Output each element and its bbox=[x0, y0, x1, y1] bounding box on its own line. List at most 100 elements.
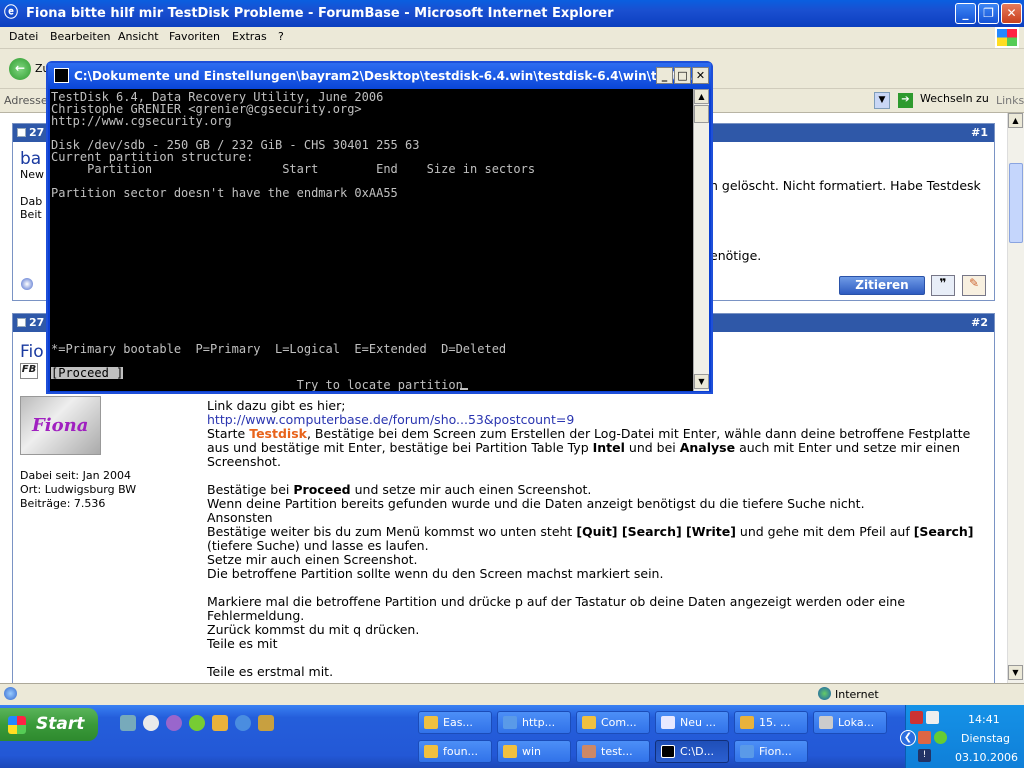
console-scroll-up-icon[interactable]: ▲ bbox=[694, 89, 709, 104]
taskbar-item-com[interactable]: Com... bbox=[576, 711, 650, 734]
taskbar-item-label: Fion... bbox=[759, 745, 792, 758]
taskbar-item-fion[interactable]: Fion... bbox=[734, 740, 808, 763]
taskbar-item-loka[interactable]: Loka... bbox=[813, 711, 887, 734]
quote-button[interactable]: Zitieren bbox=[839, 276, 925, 295]
tray-icon[interactable] bbox=[910, 711, 923, 724]
scroll-thumb[interactable] bbox=[1009, 163, 1023, 243]
maximize-button[interactable]: ❐ bbox=[978, 3, 999, 24]
taskbar-item-15[interactable]: 15. ... bbox=[734, 711, 808, 734]
post-text-line: Teile es mit bbox=[207, 636, 278, 651]
post-text-line: Ansonsten bbox=[207, 510, 273, 525]
console-scroll-down-icon[interactable]: ▼ bbox=[694, 374, 709, 389]
edit-icon[interactable]: ✎ bbox=[962, 275, 986, 296]
menu-favoriten[interactable]: Favoriten bbox=[169, 30, 220, 43]
taskbar-item-test[interactable]: test... bbox=[576, 740, 650, 763]
page-status-icon bbox=[4, 687, 17, 700]
online-status-icon bbox=[21, 278, 33, 290]
menu-extras[interactable]: Extras bbox=[232, 30, 267, 43]
taskbar-item-label: Com... bbox=[601, 716, 637, 729]
windows-logo-icon bbox=[8, 716, 26, 734]
post-text-line: Starte Testdisk, Bestätige bei dem Scree… bbox=[207, 427, 997, 441]
menu-bearbeiten[interactable]: Bearbeiten bbox=[50, 30, 110, 43]
quicklaunch-game-icon[interactable] bbox=[258, 715, 274, 731]
post-2-number[interactable]: #2 bbox=[971, 316, 988, 329]
minimize-button[interactable]: _ bbox=[955, 3, 976, 24]
post-text-line: Die betroffene Partition sollte wenn du … bbox=[207, 566, 664, 581]
console-icon bbox=[661, 745, 675, 758]
tray-icon[interactable] bbox=[926, 711, 939, 724]
text-segment: aus und bestätige mit Enter, bestätige b… bbox=[207, 440, 593, 455]
taskbar-item-eas[interactable]: Eas... bbox=[418, 711, 492, 734]
folder-icon bbox=[582, 716, 596, 729]
taskbar-item-neu[interactable]: Neu ... bbox=[655, 711, 729, 734]
taskbar-item-label: win bbox=[522, 745, 542, 758]
post-text-line: (tiefere Suche) und lasse es laufen. bbox=[207, 538, 429, 553]
text-bold: Intel bbox=[592, 440, 625, 455]
post-1-number[interactable]: #1 bbox=[971, 126, 988, 139]
links-label[interactable]: Links bbox=[996, 94, 1024, 107]
console-output[interactable]: TestDisk 6.4, Data Recovery Utility, Jun… bbox=[50, 89, 693, 391]
post-text-line: Wenn deine Partition bereits gefunden wu… bbox=[207, 496, 865, 511]
menu-ansicht[interactable]: Ansicht bbox=[118, 30, 159, 43]
post-text-line: Link dazu gibt es hier; bbox=[207, 398, 346, 413]
clock-time[interactable]: 14:41 bbox=[968, 713, 1000, 726]
console-scrollbar[interactable]: ▲ ▼ bbox=[693, 89, 709, 391]
menu-bar: Datei Bearbeiten Ansicht Favoriten Extra… bbox=[0, 27, 1024, 49]
post-1-joined: Dab bbox=[20, 195, 43, 208]
tray-icon[interactable] bbox=[934, 731, 947, 744]
folder-icon bbox=[503, 745, 517, 758]
quicklaunch-ie-icon[interactable] bbox=[235, 715, 251, 731]
post-text-line: Teile es erstmal mit. bbox=[207, 664, 334, 679]
post-text-line: Setze mir auch einen Screenshot. bbox=[207, 552, 418, 567]
post-link[interactable]: http://www.computerbase.de/forum/sho...5… bbox=[207, 413, 997, 427]
post-1-text-line: enötige. bbox=[710, 248, 762, 263]
menu-datei[interactable]: Datei bbox=[9, 30, 38, 43]
post-text-line: Bestätige weiter bis du zum Menü kommst … bbox=[207, 525, 997, 539]
menu-help[interactable]: ? bbox=[278, 30, 284, 43]
post-icon bbox=[17, 318, 26, 327]
quote-button-label: Zitieren bbox=[855, 278, 909, 292]
scroll-up-icon[interactable]: ▲ bbox=[1008, 113, 1023, 128]
page-scrollbar[interactable]: ▲ ▼ bbox=[1007, 113, 1024, 683]
quicklaunch-settings-icon[interactable] bbox=[189, 715, 205, 731]
back-arrow-icon[interactable]: ← bbox=[9, 58, 31, 80]
quicklaunch-mediaplayer-icon[interactable] bbox=[143, 715, 159, 731]
start-button[interactable]: Start bbox=[0, 708, 98, 741]
console-close-button[interactable]: ✕ bbox=[692, 67, 709, 84]
text-segment: und gehe mit dem Pfeil auf bbox=[735, 524, 914, 539]
close-button[interactable]: ✕ bbox=[1001, 3, 1022, 24]
alert-icon[interactable]: ! bbox=[918, 749, 931, 762]
taskbar-item-win[interactable]: win bbox=[497, 740, 571, 763]
post-1-date: 27 bbox=[29, 126, 45, 139]
go-button[interactable]: Wechseln zu bbox=[920, 92, 989, 105]
address-dropdown-icon[interactable]: ▼ bbox=[874, 92, 890, 109]
text-segment: Bestätige bei bbox=[207, 482, 294, 497]
folder-icon bbox=[424, 745, 438, 758]
taskbar-item-http[interactable]: http... bbox=[497, 711, 571, 734]
taskbar-item-foun[interactable]: foun... bbox=[418, 740, 492, 763]
avatar: Fiona bbox=[20, 396, 101, 455]
scroll-down-icon[interactable]: ▼ bbox=[1008, 665, 1023, 680]
quicklaunch-tools-icon[interactable] bbox=[212, 715, 228, 731]
tray-expand-icon[interactable]: ❮ bbox=[900, 730, 916, 746]
quicklaunch-desktop-icon[interactable] bbox=[120, 715, 136, 731]
console-minimize-button[interactable]: _ bbox=[656, 67, 673, 84]
console-icon bbox=[54, 68, 69, 83]
folder-icon bbox=[424, 716, 438, 729]
post-1-rank: New bbox=[20, 168, 44, 181]
ie-icon: ⓔ bbox=[4, 5, 18, 21]
post-1-username[interactable]: ba bbox=[20, 149, 41, 169]
taskbar-item-console[interactable]: C:\D... bbox=[655, 740, 729, 763]
document-icon bbox=[661, 716, 675, 729]
console-maximize-button[interactable]: □ bbox=[674, 67, 691, 84]
text-bold: Analyse bbox=[679, 440, 736, 455]
go-arrow-icon[interactable]: ➔ bbox=[898, 93, 913, 108]
quicklaunch-app-icon[interactable] bbox=[166, 715, 182, 731]
console-window: C:\Dokumente und Einstellungen\bayram2\D… bbox=[46, 61, 713, 394]
console-scroll-thumb[interactable] bbox=[694, 105, 709, 123]
ie-window-title: Fiona bitte hilf mir TestDisk Probleme -… bbox=[26, 6, 614, 21]
post-2-username[interactable]: Fio bbox=[20, 342, 44, 362]
tray-icon[interactable] bbox=[918, 731, 931, 744]
multiquote-icon[interactable]: ❞ bbox=[931, 275, 955, 296]
cursor bbox=[460, 388, 468, 390]
